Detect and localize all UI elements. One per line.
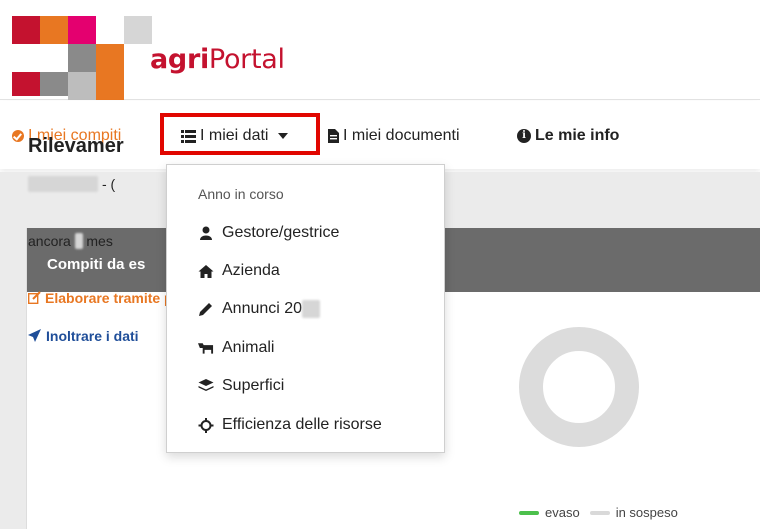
legend-pending-swatch: [589, 510, 610, 515]
nav-my-documents[interactable]: I miei documenti: [328, 127, 460, 145]
document-icon: [328, 129, 339, 143]
menu-item-animali[interactable]: Animali: [198, 339, 274, 357]
legend-done-swatch: [519, 510, 539, 515]
edit-icon: [27, 291, 41, 305]
nav-my-documents-label: I miei documenti: [343, 127, 460, 144]
blurred-year: 00: [302, 300, 320, 318]
blurred-count: 0: [74, 233, 83, 249]
forward-data-link[interactable]: Inoltrare i dati: [28, 328, 139, 344]
info-icon: i: [517, 129, 531, 143]
user-icon: [200, 226, 212, 240]
dropdown-header: Anno in corso: [198, 186, 284, 202]
card-title: Rilevamer: [28, 135, 124, 157]
menu-item-annunci[interactable]: Annunci 2000: [198, 300, 320, 318]
menu-item-azienda[interactable]: Azienda: [198, 262, 280, 280]
crosshair-icon: [198, 417, 214, 433]
progress-donut: [519, 327, 639, 447]
chart-legend: evaso in sospeso: [519, 505, 678, 520]
app-header: agriPortal: [0, 0, 760, 100]
brand-name: agriPortal: [150, 44, 285, 75]
pencil-icon: [199, 303, 212, 316]
check-circle-icon: [12, 130, 24, 142]
menu-item-efficienza[interactable]: Efficienza delle risorse: [198, 416, 382, 434]
nav-my-info-label: Le mie info: [535, 127, 620, 144]
highlight-annotation: [160, 113, 320, 155]
home-icon: [198, 264, 214, 278]
legend-pending-label: in sospeso: [615, 505, 678, 520]
menu-item-gestore[interactable]: Gestore/gestrice: [198, 224, 339, 242]
blurred-date: 00.00.0000: [28, 176, 99, 192]
menu-item-superfici[interactable]: Superfici: [198, 377, 284, 395]
card-date: 00.00.0000 - (: [28, 176, 115, 192]
my-data-dropdown: Anno in corso Gestore/gestrice Azienda A…: [166, 164, 445, 453]
cow-icon: [198, 343, 214, 354]
agriportal-logo[interactable]: [12, 16, 162, 100]
nav-my-info[interactable]: i Le mie info: [517, 127, 619, 145]
legend-done-label: evaso: [545, 505, 580, 520]
send-icon: [28, 329, 41, 342]
layers-icon: [198, 379, 214, 391]
remaining-time: ancora 0 mes: [28, 233, 113, 249]
